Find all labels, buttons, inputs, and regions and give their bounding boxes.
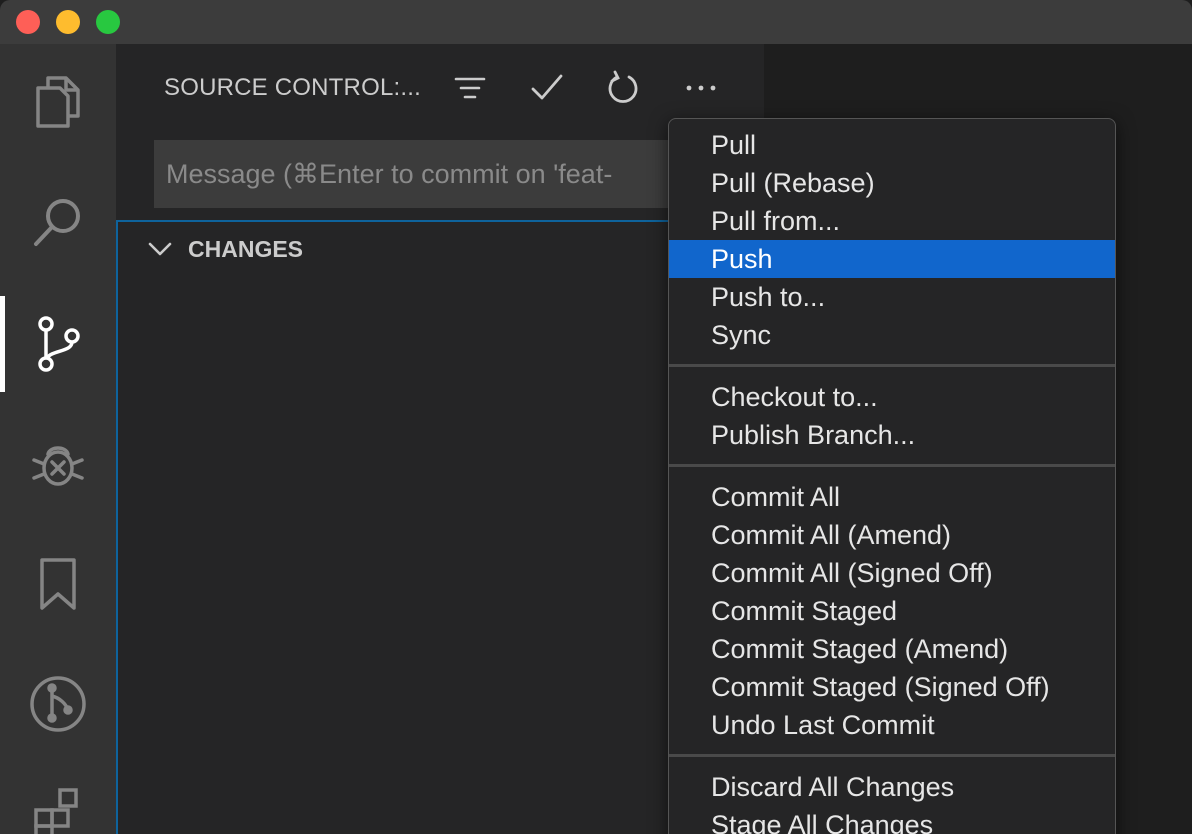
menu-item-commit-all-amend[interactable]: Commit All (Amend) xyxy=(669,516,1115,554)
menu-item-commit-staged[interactable]: Commit Staged xyxy=(669,592,1115,630)
changes-section-header[interactable]: CHANGES xyxy=(146,234,303,264)
changes-panel: CHANGES xyxy=(116,220,764,834)
menu-item-push[interactable]: Push xyxy=(669,240,1115,278)
title-bar xyxy=(0,0,1192,44)
activity-git-graph[interactable] xyxy=(0,656,116,752)
menu-item-discard-all-changes[interactable]: Discard All Changes xyxy=(669,768,1115,806)
minimize-window-button[interactable] xyxy=(56,10,80,34)
more-actions-button[interactable] xyxy=(679,66,723,110)
filter-icon xyxy=(454,77,486,99)
menu-item-pull-rebase[interactable]: Pull (Rebase) xyxy=(669,164,1115,202)
chevron-down-icon xyxy=(148,242,172,256)
activity-bookmarks[interactable] xyxy=(0,536,116,632)
maximize-window-button[interactable] xyxy=(96,10,120,34)
activity-source-control[interactable] xyxy=(0,296,116,392)
menu-item-pull[interactable]: Pull xyxy=(669,126,1115,164)
more-actions-menu: Pull Pull (Rebase) Pull from... Push Pus… xyxy=(668,118,1116,834)
changes-label: CHANGES xyxy=(188,235,304,262)
activity-search[interactable] xyxy=(0,174,116,270)
menu-item-undo-last-commit[interactable]: Undo Last Commit xyxy=(669,706,1115,744)
menu-separator xyxy=(669,464,1115,467)
commit-button[interactable] xyxy=(525,66,569,110)
commit-message-input[interactable] xyxy=(154,140,754,208)
activity-extensions[interactable] xyxy=(0,766,116,834)
menu-item-sync[interactable]: Sync xyxy=(669,316,1115,354)
refresh-icon xyxy=(608,70,638,103)
sidebar-title: SOURCE CONTROL:... xyxy=(164,74,421,101)
menu-item-commit-staged-signed-off[interactable]: Commit Staged (Signed Off) xyxy=(669,668,1115,706)
source-control-sidebar: SOURCE CONTROL:... Message (⌘Enter to co… xyxy=(116,44,764,834)
git-graph-icon xyxy=(30,676,86,732)
check-icon xyxy=(531,74,563,100)
menu-item-push-to[interactable]: Push to... xyxy=(669,278,1115,316)
menu-item-stage-all-changes[interactable]: Stage All Changes xyxy=(669,806,1115,834)
menu-item-checkout-to[interactable]: Checkout to... xyxy=(669,378,1115,416)
source-control-icon xyxy=(38,316,80,372)
extensions-icon xyxy=(34,788,78,834)
view-as-tree-button[interactable] xyxy=(448,66,492,110)
bookmark-icon xyxy=(40,558,76,610)
activity-debug[interactable] xyxy=(0,416,116,512)
menu-item-publish-branch[interactable]: Publish Branch... xyxy=(669,416,1115,454)
menu-item-commit-staged-amend[interactable]: Commit Staged (Amend) xyxy=(669,630,1115,668)
menu-separator xyxy=(669,754,1115,757)
activity-explorer[interactable] xyxy=(0,54,116,150)
refresh-button[interactable] xyxy=(601,66,645,110)
search-icon xyxy=(34,199,80,246)
menu-item-pull-from[interactable]: Pull from... xyxy=(669,202,1115,240)
sidebar-header: SOURCE CONTROL:... xyxy=(116,44,764,130)
menu-item-commit-all[interactable]: Commit All xyxy=(669,478,1115,516)
menu-separator xyxy=(669,364,1115,367)
close-window-button[interactable] xyxy=(16,10,40,34)
files-icon xyxy=(36,76,80,128)
more-icon xyxy=(686,85,716,91)
activity-bar xyxy=(0,44,116,834)
menu-item-commit-all-signed-off[interactable]: Commit All (Signed Off) xyxy=(669,554,1115,592)
debug-icon xyxy=(32,446,84,486)
